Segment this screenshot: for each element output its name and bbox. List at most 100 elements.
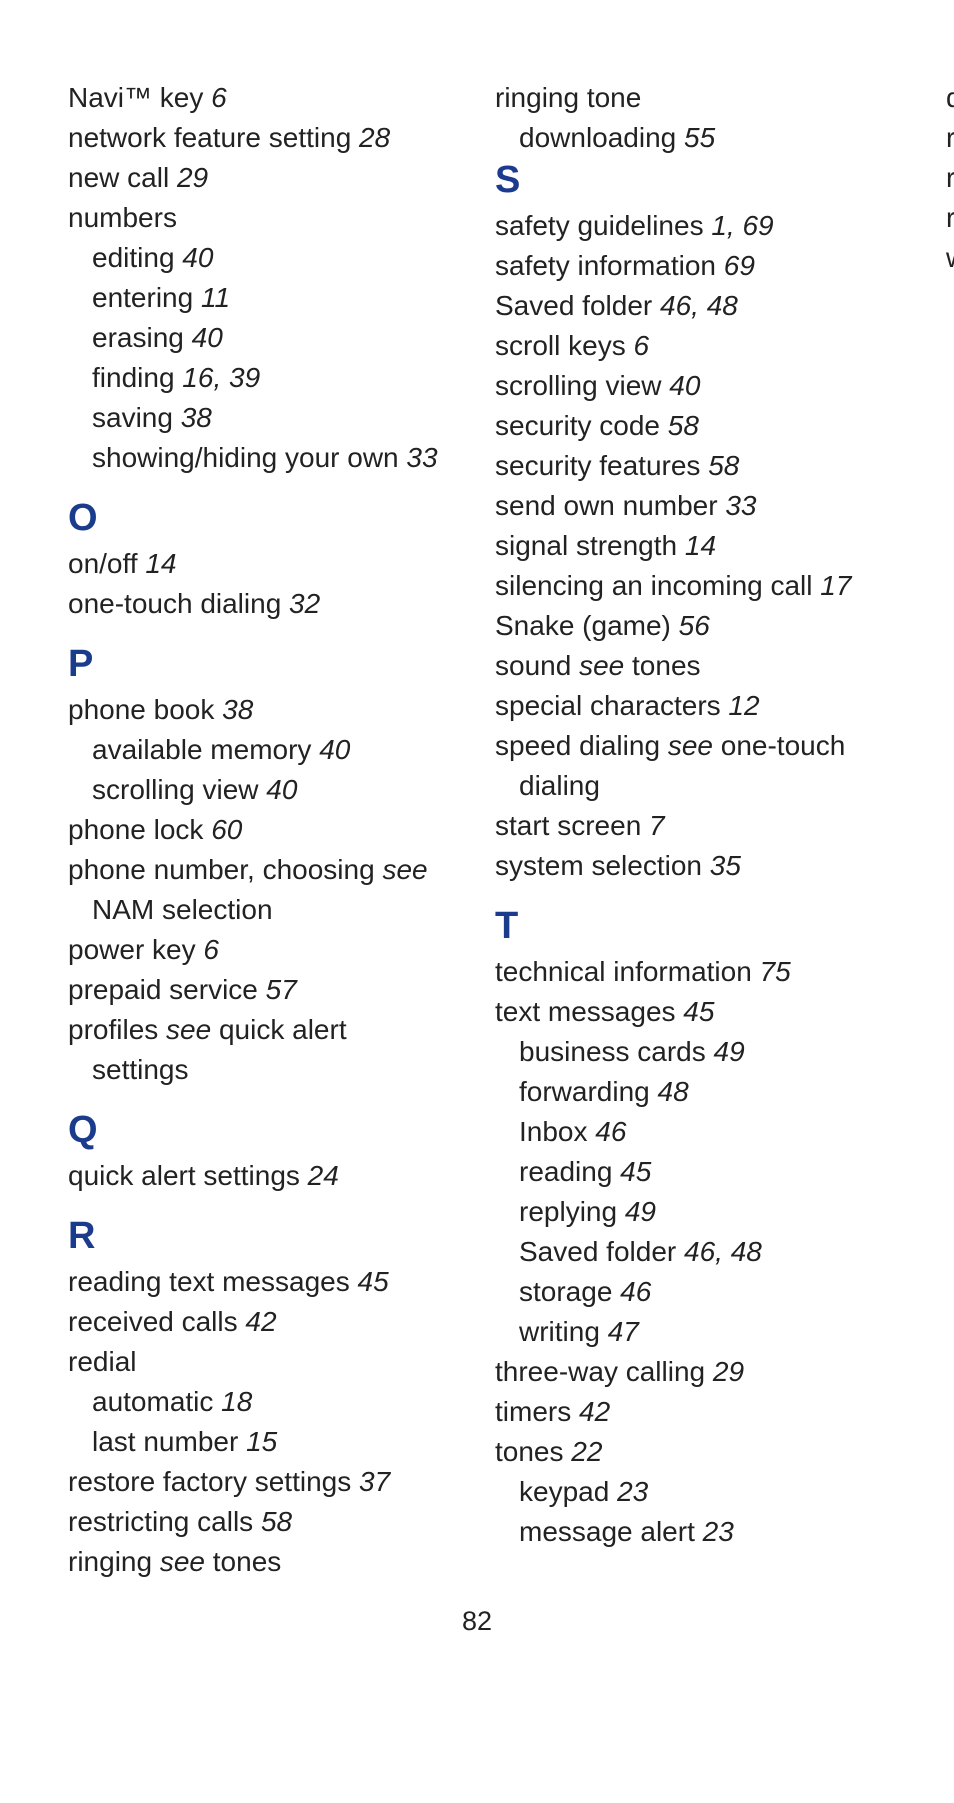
index-term: entering xyxy=(92,282,193,313)
index-term: prepaid service xyxy=(68,974,258,1005)
index-term: technical information xyxy=(495,956,752,987)
index-entry: prepaid service 57 xyxy=(68,970,461,1010)
index-pages: 6 xyxy=(626,330,649,361)
index-entry: scrolling view 40 xyxy=(495,366,888,406)
index-pages: 18 xyxy=(213,1386,252,1417)
index-term: dialing xyxy=(519,770,600,801)
index-pages: 46, 48 xyxy=(676,1236,762,1267)
index-term: Saved folder xyxy=(519,1236,676,1267)
index-pages: 60 xyxy=(203,814,242,845)
index-term: scrolling view xyxy=(92,774,259,805)
index-term: ringing tone xyxy=(946,162,954,193)
index-pages: 58 xyxy=(660,410,699,441)
index-columns: Navi™ key 6network feature setting 28new… xyxy=(68,78,888,1584)
index-entry: safety guidelines 1, 69 xyxy=(495,206,888,246)
index-entry: NAM selection xyxy=(68,890,461,930)
index-entry: one-touch dialing 32 xyxy=(68,584,461,624)
index-term: send own number xyxy=(495,490,718,521)
index-term: ringing volume xyxy=(946,202,954,233)
index-pages: 56 xyxy=(671,610,710,641)
index-term: scrolling view xyxy=(495,370,662,401)
index-entry: downloading 55 xyxy=(495,118,888,158)
index-entry: phone book 38 xyxy=(68,690,461,730)
index-pages: 46, 48 xyxy=(652,290,738,321)
index-entry: showing/hiding your own 33 xyxy=(68,438,461,478)
index-term: last number xyxy=(92,1426,238,1457)
index-term: numbers xyxy=(68,202,177,233)
index-entry: new call 29 xyxy=(68,158,461,198)
index-entry: power key 6 xyxy=(68,930,461,970)
index-term: restricting calls xyxy=(68,1506,253,1537)
index-page: Navi™ key 6network feature setting 28new… xyxy=(68,78,888,1584)
index-pages: 24 xyxy=(300,1160,339,1191)
index-pages: 46 xyxy=(588,1116,627,1147)
index-term: Navi™ key xyxy=(68,82,203,113)
index-entry: Snake (game) 56 xyxy=(495,606,888,646)
index-pages: 15 xyxy=(238,1426,277,1457)
index-term: timers xyxy=(495,1396,571,1427)
index-term: keypad xyxy=(519,1476,609,1507)
index-entry: Inbox 46 xyxy=(495,1112,888,1152)
index-term: three-way calling xyxy=(495,1356,705,1387)
index-entry: start screen 7 xyxy=(495,806,888,846)
index-pages: 7 xyxy=(641,810,664,841)
index-entry: storage 46 xyxy=(495,1272,888,1312)
index-entry: message alert 23 xyxy=(495,1512,888,1552)
index-term: special characters xyxy=(495,690,721,721)
index-pages: 48 xyxy=(650,1076,689,1107)
index-term: saving xyxy=(92,402,173,433)
index-term: speed dialing xyxy=(495,730,668,761)
index-entry: reading 45 xyxy=(495,1152,888,1192)
index-entry: ringing tone xyxy=(495,78,888,118)
index-pages: 49 xyxy=(706,1036,745,1067)
index-see-target: one-touch xyxy=(713,730,845,761)
index-term: safety guidelines xyxy=(495,210,704,241)
index-pages: 29 xyxy=(705,1356,744,1387)
index-entry: quick alert settings 24 xyxy=(922,78,954,118)
index-heading-s: S xyxy=(495,158,888,206)
index-pages: 32 xyxy=(281,588,320,619)
index-term: security code xyxy=(495,410,660,441)
index-term: showing/hiding your own xyxy=(92,442,399,473)
index-term: storage xyxy=(519,1276,612,1307)
index-term: phone number, choosing xyxy=(68,854,382,885)
index-pages: 23 xyxy=(609,1476,648,1507)
index-term: network feature setting xyxy=(68,122,351,153)
index-entry: replying 49 xyxy=(495,1192,888,1232)
index-entry: numbers xyxy=(68,198,461,238)
index-entry: phone lock 60 xyxy=(68,810,461,850)
index-term: forwarding xyxy=(519,1076,650,1107)
index-term: automatic xyxy=(92,1386,213,1417)
index-pages: 35 xyxy=(702,850,741,881)
index-pages: 29 xyxy=(169,162,208,193)
index-pages: 55 xyxy=(676,122,715,153)
index-entry: three-way calling 29 xyxy=(495,1352,888,1392)
index-pages: 33 xyxy=(399,442,438,473)
index-term: quick alert settings xyxy=(946,82,954,113)
index-pages: 16, 39 xyxy=(175,362,261,393)
index-heading-q: Q xyxy=(68,1090,461,1156)
index-term: Inbox xyxy=(519,1116,588,1147)
page-number: 82 xyxy=(0,1606,954,1637)
index-term: message alert xyxy=(519,1516,695,1547)
index-term: scroll keys xyxy=(495,330,626,361)
index-term: warning and game xyxy=(946,242,954,273)
index-see-target: tones xyxy=(624,650,700,681)
index-entry: automatic 18 xyxy=(68,1382,461,1422)
index-pages: 46 xyxy=(612,1276,651,1307)
index-term: start screen xyxy=(495,810,641,841)
index-entry: saving 38 xyxy=(68,398,461,438)
index-pages: 75 xyxy=(752,956,791,987)
index-see: see xyxy=(668,730,713,761)
index-pages: 17 xyxy=(813,570,852,601)
index-term: one-touch dialing xyxy=(68,588,281,619)
index-see: see xyxy=(382,854,427,885)
index-term: phone book xyxy=(68,694,214,725)
index-heading-t: T xyxy=(495,886,888,952)
index-pages: 40 xyxy=(259,774,298,805)
index-term: reading xyxy=(519,1156,612,1187)
index-entry: editing 40 xyxy=(68,238,461,278)
index-entry: sound see tones xyxy=(495,646,888,686)
index-heading-p: P xyxy=(68,624,461,690)
index-term: phone lock xyxy=(68,814,203,845)
